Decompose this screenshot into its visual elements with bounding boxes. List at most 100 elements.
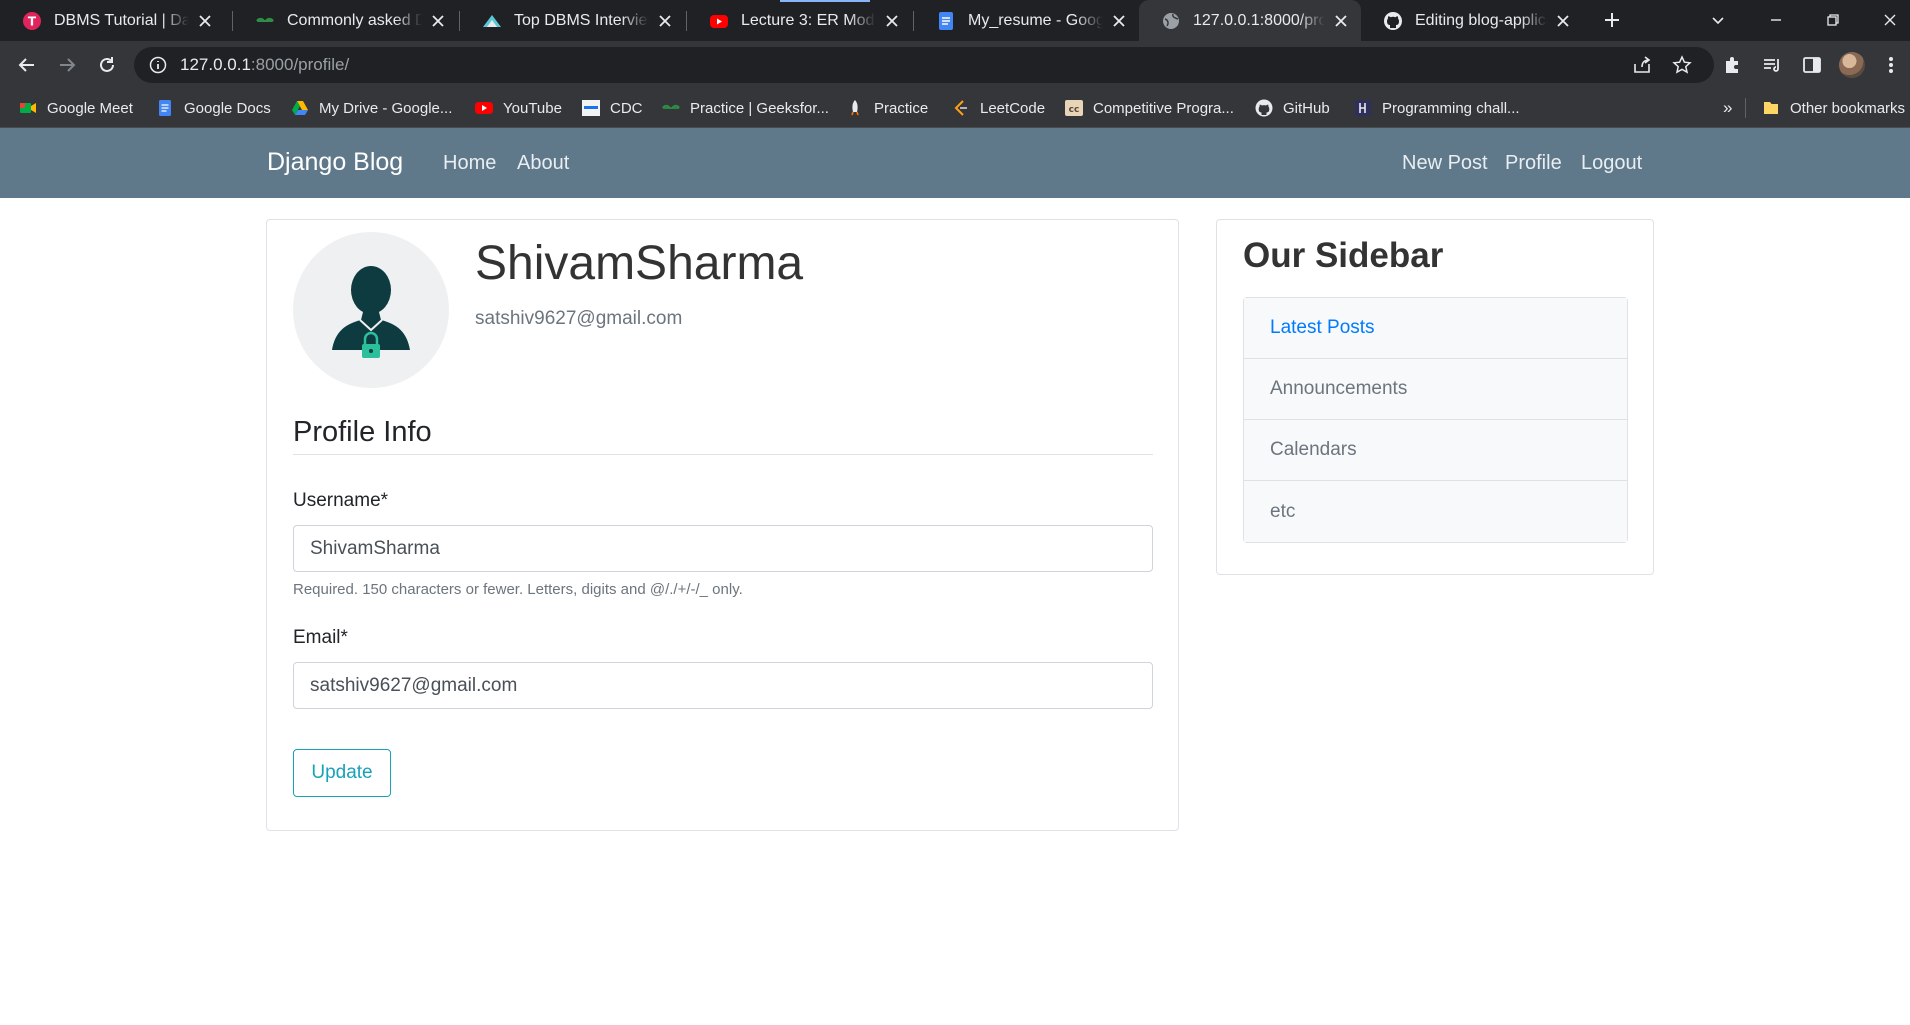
browser-tab[interactable]: Top DBMS Interview Q xyxy=(460,0,685,41)
site-brand[interactable]: Django Blog xyxy=(267,148,403,177)
restore-window-icon[interactable] xyxy=(1819,6,1847,34)
nav-new-post-link[interactable]: New Post xyxy=(1402,152,1488,175)
browser-tab-strip: T DBMS Tutorial | Datab Commonly asked D… xyxy=(0,0,1910,41)
username-input[interactable]: ShivamSharma xyxy=(293,525,1153,572)
tab-title: Commonly asked DBM xyxy=(287,11,422,29)
url-path: :8000/profile/ xyxy=(250,55,350,74)
side-panel-icon[interactable] xyxy=(1798,51,1826,79)
leetcode-icon xyxy=(952,99,970,117)
bookmark-competitive-programming[interactable]: cc Competitive Progra... xyxy=(1065,89,1234,127)
google-docs-icon xyxy=(156,99,174,117)
bookmark-leetcode[interactable]: LeetCode xyxy=(952,89,1045,127)
sidebar-item-latest-posts[interactable]: Latest Posts xyxy=(1244,298,1627,359)
profile-username-heading: ShivamSharma xyxy=(475,237,804,290)
close-icon[interactable] xyxy=(197,13,213,29)
folder-icon xyxy=(1762,99,1780,117)
sidebar-item-etc[interactable]: etc xyxy=(1244,481,1627,542)
tab-title: My_resume - Google D xyxy=(968,11,1103,29)
nav-profile-link[interactable]: Profile xyxy=(1505,152,1562,175)
rocket-icon xyxy=(846,99,864,117)
browser-tab[interactable]: Lecture 3: ER Model E xyxy=(687,0,912,41)
bookmark-google-meet[interactable]: Google Meet xyxy=(19,89,133,127)
geeksforgeeks-icon xyxy=(255,11,275,31)
bookmarks-overflow-button[interactable]: » xyxy=(1723,89,1732,127)
profile-avatar[interactable] xyxy=(1839,52,1865,78)
browser-tab[interactable]: Commonly asked DBM xyxy=(233,0,458,41)
update-button[interactable]: Update xyxy=(293,749,391,797)
site-info-icon[interactable] xyxy=(148,55,168,75)
username-input-value: ShivamSharma xyxy=(310,537,440,559)
nav-about-link[interactable]: About xyxy=(517,152,569,175)
close-icon[interactable] xyxy=(657,13,673,29)
bookmark-practice[interactable]: Practice xyxy=(846,89,928,127)
sidebar-item-calendars[interactable]: Calendars xyxy=(1244,420,1627,481)
email-input[interactable]: satshiv9627@gmail.com xyxy=(293,662,1153,709)
extensions-puzzle-icon[interactable] xyxy=(1718,51,1746,79)
bookmark-youtube[interactable]: YouTube xyxy=(475,89,562,127)
new-tab-plus-icon[interactable] xyxy=(1598,6,1626,34)
bookmark-label: LeetCode xyxy=(980,99,1046,117)
close-icon[interactable] xyxy=(1111,13,1127,29)
globe-icon xyxy=(1161,11,1181,31)
tutorialspoint-icon: T xyxy=(22,11,42,31)
bookmark-programming-challenges[interactable]: Programming chall... xyxy=(1354,89,1520,127)
bookmarks-overflow-label: » xyxy=(1723,98,1733,117)
tab-search-chevron-down-icon[interactable] xyxy=(1704,6,1732,34)
address-bar[interactable]: 127.0.0.1:8000/profile/ xyxy=(134,47,1714,83)
sidebar-item-announcements[interactable]: Announcements xyxy=(1244,359,1627,420)
svg-text:T: T xyxy=(28,14,37,28)
close-icon[interactable] xyxy=(430,13,446,29)
sidebar-card: Our Sidebar Latest Posts Announcements C… xyxy=(1216,219,1654,575)
email-label: Email* xyxy=(293,627,348,648)
nav-home-link[interactable]: Home xyxy=(443,152,496,175)
profile-email-text: satshiv9627@gmail.com xyxy=(475,308,683,329)
bookmark-label: Practice | Geeksfor... xyxy=(690,99,829,117)
form-legend: Profile Info xyxy=(293,416,432,448)
bookmarks-separator xyxy=(1745,98,1746,118)
tab-title: Lecture 3: ER Model E xyxy=(741,11,876,29)
site-navbar: Django Blog Home About New Post Profile … xyxy=(0,128,1910,198)
tab-title: Top DBMS Interview Q xyxy=(514,11,649,29)
legend-divider xyxy=(293,454,1153,455)
back-arrow-icon[interactable] xyxy=(13,51,41,79)
browser-tab[interactable]: My_resume - Google D xyxy=(914,0,1139,41)
bookmark-star-icon[interactable] xyxy=(1668,51,1696,79)
reading-list-icon[interactable] xyxy=(1758,51,1786,79)
browser-tab-active[interactable]: 127.0.0.1:8000/profile xyxy=(1139,0,1361,41)
browser-tab[interactable]: T DBMS Tutorial | Datab xyxy=(0,0,225,41)
other-bookmarks[interactable]: Other bookmarks xyxy=(1762,89,1905,127)
browser-toolbar: 127.0.0.1:8000/profile/ xyxy=(0,41,1910,89)
nav-logout-link[interactable]: Logout xyxy=(1581,152,1642,175)
browser-tab[interactable]: Editing blog-applicati xyxy=(1361,0,1583,41)
bookmark-my-drive[interactable]: My Drive - Google... xyxy=(291,89,452,127)
close-icon[interactable] xyxy=(1333,13,1349,29)
bookmark-github[interactable]: GitHub xyxy=(1255,89,1330,127)
bookmark-cdc[interactable]: CDC xyxy=(582,89,643,127)
web-page: Django Blog Home About New Post Profile … xyxy=(0,128,1910,1025)
google-drive-icon xyxy=(291,99,309,117)
bookmark-label: My Drive - Google... xyxy=(319,99,453,117)
interviewbit-icon xyxy=(482,11,502,31)
bookmark-label: Competitive Progra... xyxy=(1093,99,1234,117)
reload-icon[interactable] xyxy=(93,51,121,79)
codechef-icon: cc xyxy=(1065,99,1083,117)
forward-arrow-icon[interactable] xyxy=(53,51,81,79)
url-text: 127.0.0.1:8000/profile/ xyxy=(180,55,349,75)
hackerrank-icon xyxy=(1354,99,1372,117)
bookmarks-bar: Google Meet Google Docs My Drive - Googl… xyxy=(0,89,1910,128)
sidebar-title: Our Sidebar xyxy=(1243,236,1444,275)
github-icon xyxy=(1255,99,1273,117)
google-docs-icon xyxy=(936,11,956,31)
close-icon[interactable] xyxy=(884,13,900,29)
more-menu-icon[interactable] xyxy=(1877,51,1905,79)
bookmark-label: Programming chall... xyxy=(1382,99,1520,117)
share-icon[interactable] xyxy=(1628,51,1656,79)
close-icon[interactable] xyxy=(1555,13,1571,29)
bookmark-practice-geeksforgeeks[interactable]: Practice | Geeksfor... xyxy=(662,89,829,127)
geeksforgeeks-icon xyxy=(662,99,680,117)
minimize-icon[interactable] xyxy=(1762,6,1790,34)
bookmark-google-docs[interactable]: Google Docs xyxy=(156,89,271,127)
username-help-text: Required. 150 characters or fewer. Lette… xyxy=(293,581,743,598)
close-window-icon[interactable] xyxy=(1876,6,1904,34)
youtube-icon xyxy=(709,11,729,31)
